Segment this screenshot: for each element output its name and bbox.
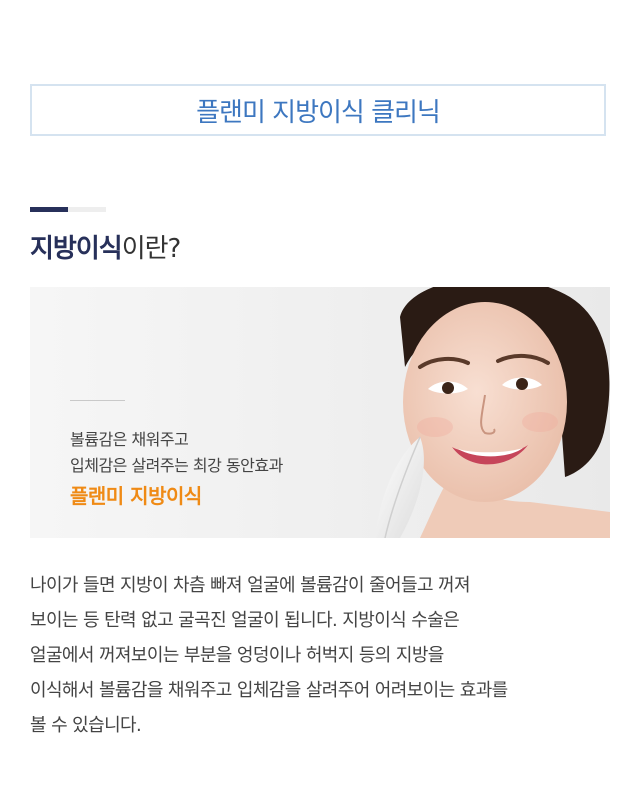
description-line: 이식해서 볼륨감을 채워주고 입체감을 살려주어 어려보이는 효과를 [30, 680, 508, 701]
hero-banner: 볼륨감은 채워주고 입체감은 살려주는 최강 동안효과 플랜미 지방이식 [30, 287, 610, 538]
banner-brand-text: 플랜미 지방이식 [70, 484, 202, 508]
banner-text-line-1: 볼륨감은 채워주고 [70, 430, 189, 449]
section-accent-bar [30, 207, 68, 212]
description-paragraph: 나이가 들면 지방이 차츰 빠져 얼굴에 볼륨감이 줄어들고 꺼져 보이는 등 … [30, 568, 620, 743]
description-line: 나이가 들면 지방이 차츰 빠져 얼굴에 볼륨감이 줄어들고 꺼져 [30, 575, 471, 596]
section-heading-strong: 지방이식 [30, 234, 123, 264]
description-line: 얼굴에서 꺼져보이는 부분을 엉덩이나 허벅지 등의 지방을 [30, 645, 444, 666]
banner-text-line-2: 입체감은 살려주는 최강 동안효과 [70, 456, 283, 475]
clinic-title-box: 플랜미 지방이식 클리닉 [30, 84, 606, 136]
clinic-title: 플랜미 지방이식 클리닉 [196, 97, 441, 128]
description-line: 보이는 등 탄력 없고 굴곡진 얼굴이 됩니다. 지방이식 수술은 [30, 610, 460, 631]
description-line: 볼 수 있습니다. [30, 715, 142, 736]
section-heading: 지방이식이란? [30, 228, 182, 265]
section-accent-bar-light [68, 207, 106, 212]
banner-divider [70, 400, 125, 401]
model-face-illustration [375, 287, 610, 538]
section-heading-rest: 이란? [121, 234, 182, 264]
